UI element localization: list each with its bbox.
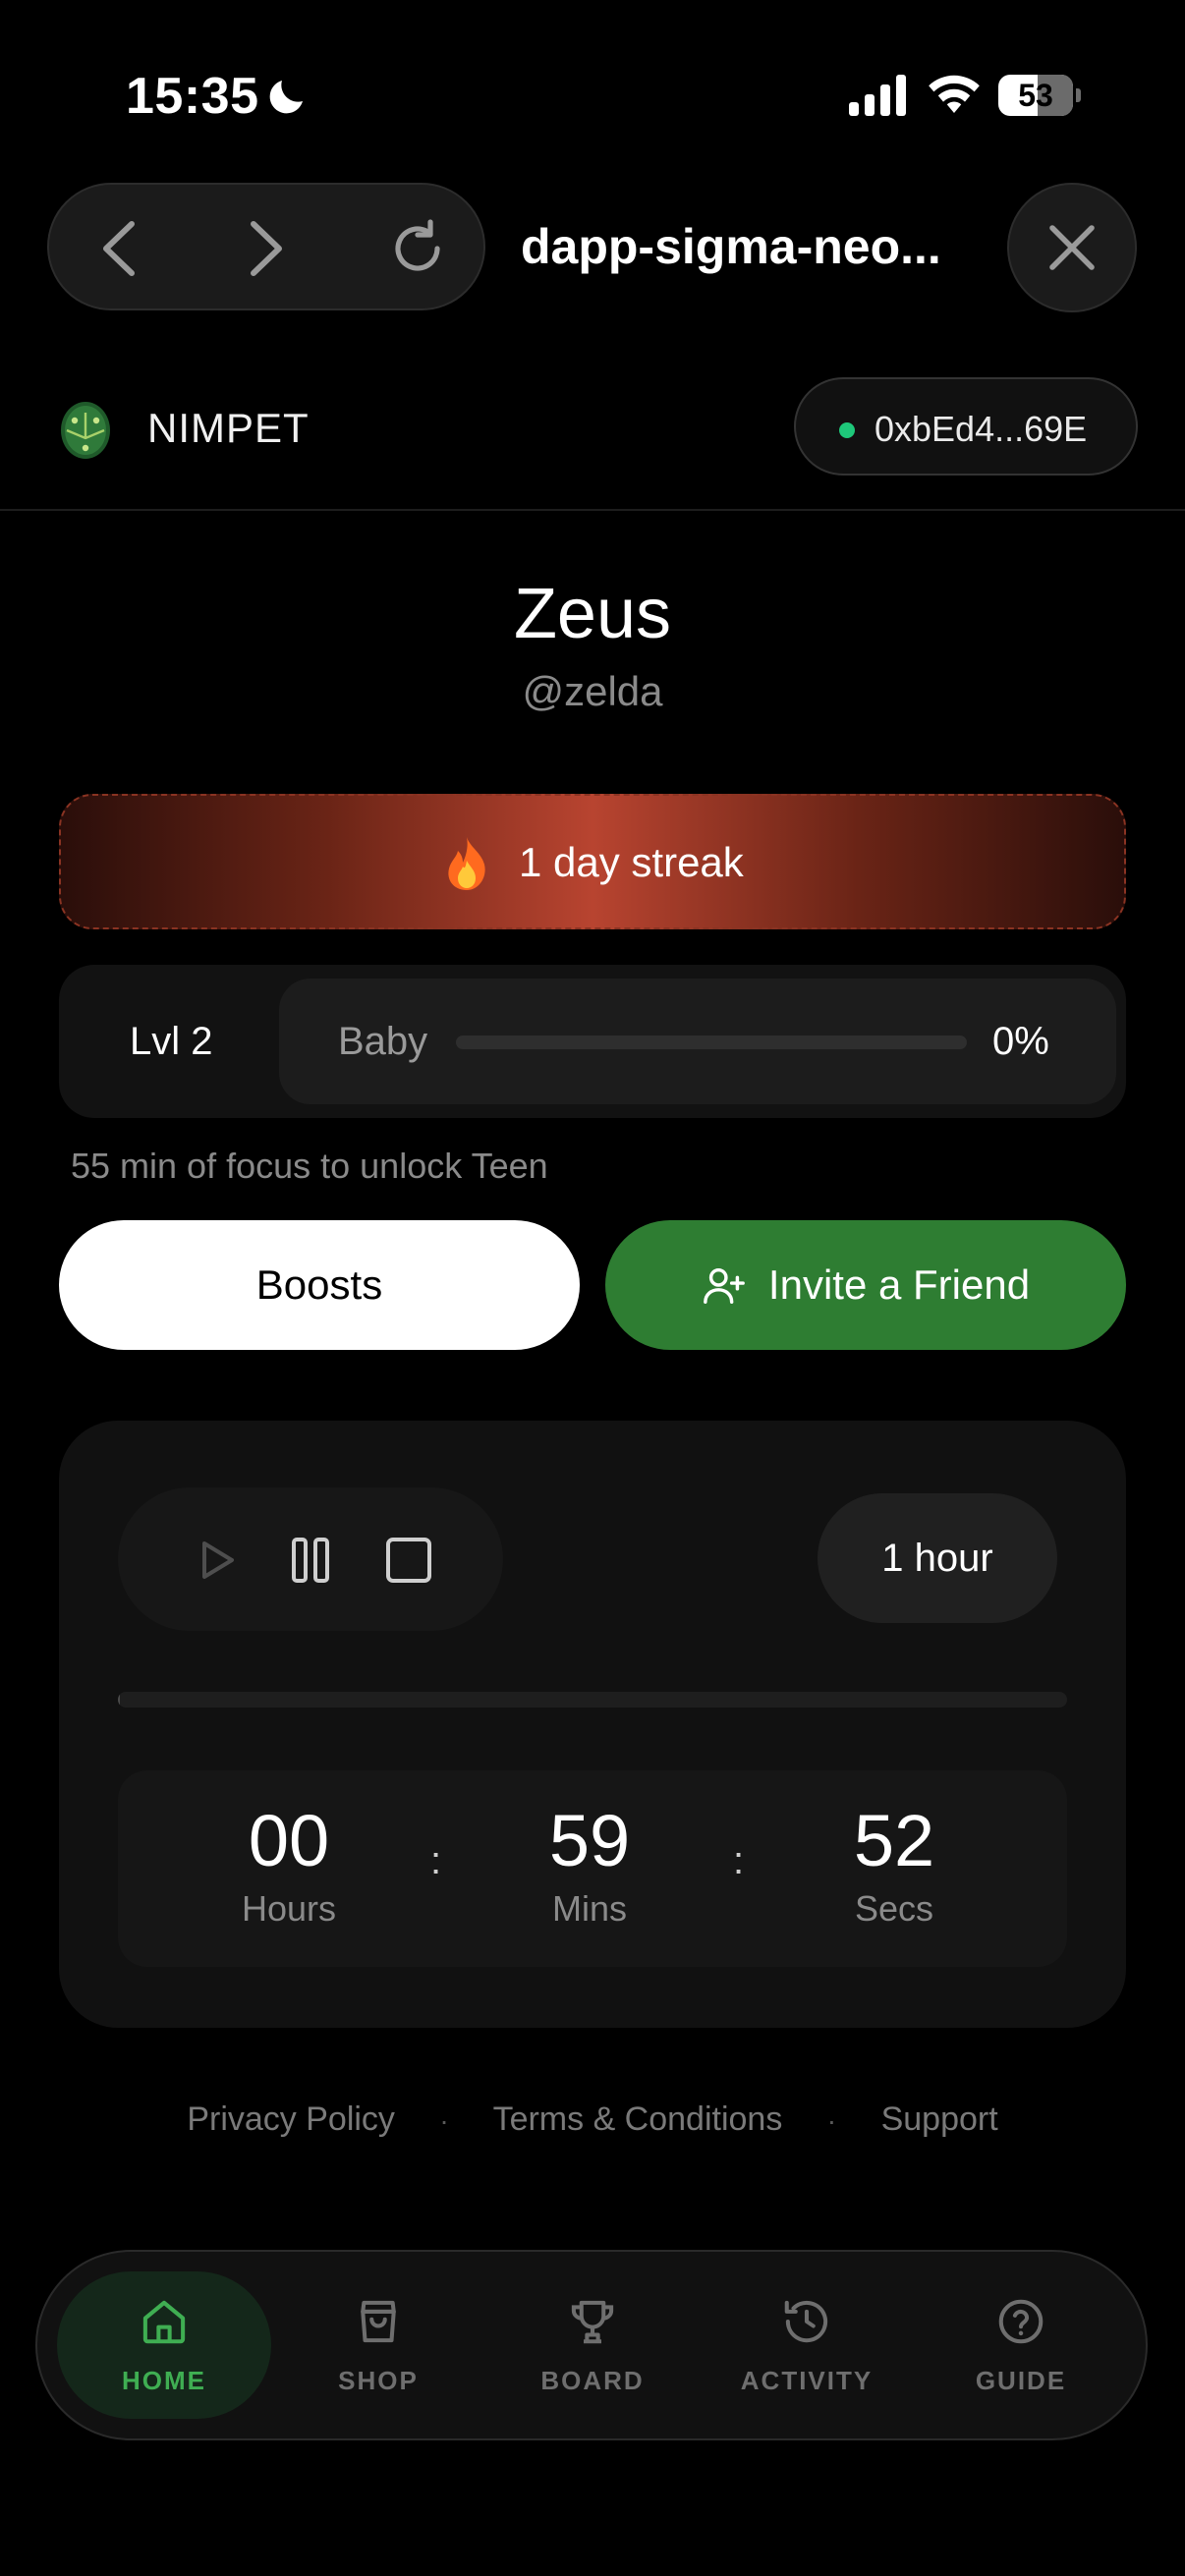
cellular-signal-icon [849,75,906,116]
timer-controls [118,1487,503,1631]
duration-selector[interactable]: 1 hour [818,1493,1057,1623]
invite-friend-button[interactable]: Invite a Friend [605,1220,1126,1350]
status-bar: 15:35 53 [0,0,1185,167]
bottom-nav: HOME SHOP BOARD ACTIVITY GUIDE [35,2250,1148,2440]
status-time: 15:35 [126,68,259,125]
seconds-label: Secs [854,1888,934,1929]
reload-icon [395,219,440,271]
wifi-icon [929,75,980,113]
egg-logo-icon [61,402,110,459]
app-name: NIMPET [147,405,310,451]
countdown-hours: 00 Hours [191,1800,387,1930]
reload-button[interactable] [383,214,452,283]
tab-activity-label: ACTIVITY [740,2365,874,2395]
countdown-seconds: 52 Secs [796,1800,992,1930]
minutes-value: 59 [548,1800,631,1881]
wallet-status-dot [839,422,855,438]
wallet-address-button[interactable]: 0xbEd4...69E [794,377,1138,476]
countdown-separator: : [733,1839,745,1882]
hours-value: 00 [248,1800,330,1881]
countdown-display: 00 Hours : 59 Mins : 52 Secs [118,1770,1067,1967]
tab-guide[interactable]: GUIDE [914,2271,1128,2419]
battery-indicator: 53 [998,75,1081,116]
tab-home-label: HOME [122,2365,206,2395]
profile-name: Zeus [513,575,672,653]
tab-home[interactable]: HOME [57,2271,271,2419]
home-icon [142,2300,186,2343]
support-link[interactable]: Support [881,2100,998,2138]
browser-nav-group [47,183,485,310]
fire-icon [448,837,485,890]
wallet-address: 0xbEd4...69E [875,409,1088,449]
timer-progress-fill [118,1692,120,1708]
countdown-separator: : [430,1839,442,1882]
terms-link[interactable]: Terms & Conditions [493,2100,783,2138]
tab-shop-label: SHOP [338,2365,419,2395]
level-card: Lvl 2 Baby 0% [59,965,1126,1118]
help-circle-icon [998,2299,1044,2343]
site-title: dapp-sigma-neo... [521,219,941,274]
close-button[interactable] [1007,183,1137,312]
app-header: NIMPET 0xbEd4...69E [0,354,1185,511]
back-button[interactable] [85,214,153,283]
tab-shop[interactable]: SHOP [271,2271,485,2419]
footer-separator: · [439,2105,449,2137]
profile-handle: @zelda [522,668,663,714]
streak-banner: 1 day streak [59,794,1126,929]
tab-board-label: BOARD [540,2365,645,2395]
invite-label: Invite a Friend [767,1261,1031,1308]
minutes-label: Mins [551,1888,627,1929]
battery-level: 53 [1018,78,1053,113]
trophy-icon [571,2300,614,2343]
stage-label: Baby [338,1020,428,1063]
tab-activity[interactable]: ACTIVITY [700,2271,914,2419]
moon-icon [269,81,303,114]
level-progress-panel: Baby 0% [279,979,1116,1104]
focus-timer-card: 1 hour 00 Hours : 59 Mins : 52 Secs [59,1421,1126,2028]
level-progress-percent: 0% [992,1020,1049,1063]
privacy-policy-link[interactable]: Privacy Policy [187,2100,395,2138]
duration-label: 1 hour [881,1536,993,1580]
level-progress-bar [456,1036,967,1049]
chevron-right-icon [251,221,282,276]
footer-separator: · [826,2105,837,2137]
shopping-bag-icon [361,2300,396,2342]
play-icon[interactable] [191,1535,242,1586]
timer-progress-bar [118,1692,1067,1708]
tab-guide-label: GUIDE [975,2365,1067,2395]
tab-board[interactable]: BOARD [485,2271,700,2419]
chevron-left-icon [103,221,135,276]
countdown-minutes: 59 Mins [491,1800,688,1930]
level-label: Lvl 2 [130,1020,213,1063]
pause-icon[interactable] [285,1535,336,1586]
user-plus-icon [704,1267,745,1304]
seconds-value: 52 [853,1800,935,1881]
focus-hint: 55 min of focus to unlock Teen [71,1146,548,1186]
boosts-button[interactable]: Boosts [59,1220,580,1350]
hours-label: Hours [241,1888,337,1929]
boosts-label: Boosts [255,1261,383,1308]
close-icon [1049,225,1095,270]
forward-button[interactable] [232,214,301,283]
stop-icon[interactable] [383,1535,434,1586]
streak-text: 1 day streak [519,839,744,885]
history-icon [784,2300,828,2342]
footer-links: Privacy Policy · Terms & Conditions · Su… [0,2100,1185,2139]
